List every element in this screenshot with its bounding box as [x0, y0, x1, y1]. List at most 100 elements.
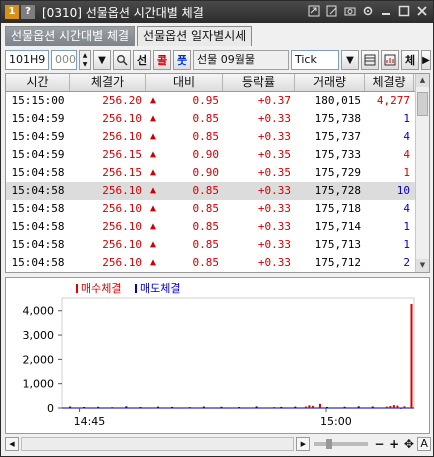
interval-select[interactable]: Tick [291, 50, 339, 70]
zoom-in-icon[interactable]: + [388, 437, 401, 451]
volume-bar [343, 406, 346, 408]
table-row[interactable]: 15:15:00 256.20 ▲ 0.95 +0.37 180,015 4,277 [6, 92, 429, 110]
cell-trade-qty: 1 [403, 112, 410, 125]
scroll-left-icon[interactable]: ◀ [5, 437, 19, 451]
cell-time: 15:04:59 [11, 130, 65, 143]
chart-view-icon[interactable] [381, 50, 399, 70]
tab-daily-quotes[interactable]: 선물옵션 일자별시세 [137, 26, 253, 46]
table-header: 시간 체결가 대비 등락률 거래량 체결량 [6, 74, 429, 92]
table-row[interactable]: 15:04:59 256.10 ▲ 0.85 +0.33 175,738 1 [6, 110, 429, 128]
up-arrow-icon: ▲ [149, 149, 157, 160]
cell-trade-qty: 4 [403, 202, 410, 215]
table-row[interactable]: 15:04:58 256.10 ▲ 0.85 +0.33 175,718 4 [6, 200, 429, 218]
close-icon[interactable] [415, 4, 429, 18]
header-time[interactable]: 시간 [6, 74, 70, 91]
trade-volume-chart[interactable]: 매수체결 매도체결 4,000 3,000 2,000 1,000 0 14:45 15:00 [5, 277, 430, 434]
title-bar[interactable]: 1 ? [0310] 선물옵션 시간대별 체결 [1, 1, 433, 23]
table-row[interactable]: 15:04:59 256.15 ▲ 0.90 +0.35 175,733 4 [6, 146, 429, 164]
table-body: 15:15:00 256.20 ▲ 0.95 +0.37 180,015 4,277 15:0… [6, 92, 429, 272]
volume-bar [308, 405, 311, 408]
window-number-badge[interactable]: 1 [5, 5, 19, 19]
cell-time: 15:04:58 [11, 166, 65, 179]
table-row[interactable]: 15:04:59 256.10 ▲ 0.85 +0.33 175,737 4 [6, 128, 429, 146]
scroll-up-icon[interactable]: ▲ [416, 74, 429, 87]
help-icon[interactable]: ? [21, 5, 35, 19]
interval-dropdown-icon[interactable]: ▼ [341, 50, 359, 70]
cell-volume: 175,714 [314, 220, 361, 233]
trade-button[interactable]: 체 [401, 50, 419, 70]
cell-trade-qty: 2 [403, 256, 410, 269]
header-price[interactable]: 체결가 [70, 74, 146, 91]
scroll-thumb[interactable] [417, 92, 428, 116]
move-icon[interactable]: ✥ [402, 437, 415, 451]
volume-bar [273, 407, 276, 409]
tab-strip: 선물옵션 시간대별 체결 선물옵션 일자별시세 [5, 26, 253, 46]
table-row[interactable]: 15:04:58 256.10 ▲ 0.85 +0.33 175,713 1 [6, 236, 429, 254]
chevron-down-icon[interactable]: ▼ [93, 50, 111, 70]
count-stepper[interactable]: ▲ ▼ [79, 50, 91, 70]
header-trade-qty[interactable]: 체결량 [365, 74, 414, 91]
cell-change: 0.90 [192, 166, 220, 179]
select-button[interactable]: 선 [133, 50, 151, 70]
table-row[interactable]: 15:04:58 256.10 ▲ 0.85 +0.33 175,728 10 [6, 182, 429, 200]
gear-icon[interactable] [361, 4, 375, 18]
maximize-icon[interactable] [397, 4, 411, 18]
y-tick-label: 0 [47, 402, 54, 415]
header-volume[interactable]: 거래량 [295, 74, 365, 91]
scroll-right-icon[interactable]: ▶ [296, 437, 311, 451]
zoom-slider[interactable] [312, 437, 371, 451]
count-input[interactable]: 000 [51, 50, 77, 70]
call-button[interactable]: 콜 [153, 50, 171, 70]
camera-icon[interactable] [343, 4, 357, 18]
put-button[interactable]: 풋 [173, 50, 191, 70]
volume-bar [385, 406, 388, 408]
table-row[interactable]: 15:04:58 256.15 ▲ 0.90 +0.35 175,729 1 [6, 164, 429, 182]
volume-bar [399, 407, 402, 409]
cell-change-rate: +0.33 [257, 130, 291, 143]
font-size-icon[interactable]: A [417, 437, 431, 451]
cell-change: 0.85 [192, 130, 220, 143]
table-scrollbar[interactable]: ▲ ▼ [415, 74, 429, 272]
edit-icon[interactable] [325, 4, 339, 18]
volume-bar [311, 405, 314, 408]
cell-change: 0.85 [192, 184, 220, 197]
cell-trade-qty: 1 [403, 220, 410, 233]
zoom-out-icon[interactable]: − [373, 437, 386, 451]
volume-bar [139, 407, 142, 409]
code-input[interactable]: 101H9 [5, 50, 49, 70]
cell-change: 0.95 [192, 94, 220, 107]
tab-time-trades[interactable]: 선물옵션 시간대별 체결 [5, 26, 136, 46]
search-icon[interactable] [113, 50, 131, 70]
chart-svg: 매수체결 매도체결 4,000 3,000 2,000 1,000 0 14:45 15:00 [23, 282, 415, 428]
cell-change-rate: +0.33 [257, 238, 291, 251]
cell-time: 15:04:58 [11, 184, 65, 197]
cell-change-rate: +0.33 [257, 184, 291, 197]
volume-bar [83, 407, 86, 409]
table-row[interactable]: 15:04:58 256.10 ▲ 0.85 +0.33 175,714 1 [6, 218, 429, 236]
cell-time: 15:04:58 [11, 238, 65, 251]
volume-bar [326, 407, 328, 409]
window: 1 ? [0310] 선물옵션 시간대별 체결 선물옵션 시간대별 체결 선물옵… [0, 0, 434, 457]
toolbar-scroll-icon[interactable]: ▶ [421, 50, 431, 70]
volume-bar [97, 406, 100, 408]
volume-bar [202, 406, 205, 408]
legend-label: 매수체결 [81, 282, 121, 295]
link-icon[interactable] [307, 4, 321, 18]
scroll-down-icon[interactable]: ▼ [416, 259, 429, 272]
minimize-icon[interactable] [379, 4, 393, 18]
cell-volume: 175,738 [314, 112, 361, 125]
header-change-rate[interactable]: 등락률 [223, 74, 295, 91]
table-view-icon[interactable] [361, 50, 379, 70]
instrument-name: 선물 09월물 [193, 50, 289, 70]
up-arrow-icon: ▲ [149, 167, 157, 178]
cell-volume: 175,737 [314, 130, 361, 143]
x-tick-label: 14:45 [74, 415, 106, 428]
table-row[interactable]: 15:04:58 256.10 ▲ 0.85 +0.33 175,712 2 [6, 254, 429, 272]
up-arrow-icon: ▲ [149, 239, 157, 250]
y-tick-label: 3,000 [23, 329, 55, 342]
cell-time: 15:04:59 [11, 112, 65, 125]
chart-scroll-track[interactable] [20, 437, 295, 451]
trades-table[interactable]: 시간 체결가 대비 등락률 거래량 체결량 15:15:00 256.20 ▲ 0.9… [5, 73, 430, 273]
header-change[interactable]: 대비 [146, 74, 223, 91]
up-arrow-icon: ▲ [149, 185, 157, 196]
